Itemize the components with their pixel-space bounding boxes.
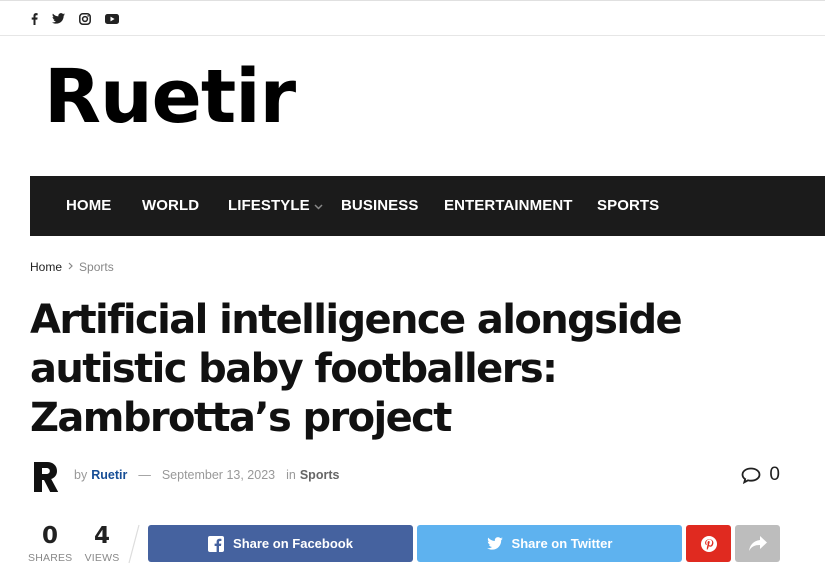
- breadcrumb-current[interactable]: Sports: [79, 260, 114, 274]
- shares-stat: 0 SHARES: [28, 522, 72, 566]
- comment-icon: [742, 467, 761, 484]
- share-twitter-button[interactable]: Share on Twitter: [417, 525, 682, 562]
- facebook-icon[interactable]: [25, 1, 43, 36]
- share-pinterest-button[interactable]: [686, 525, 731, 562]
- article-title: Artificial intelligence alongside autist…: [30, 297, 683, 441]
- instagram-icon[interactable]: [76, 1, 94, 36]
- top-bar: [0, 0, 825, 36]
- article-meta: by Ruetir — September 13, 2023 in Sports…: [30, 460, 780, 494]
- chevron-down-icon: [314, 176, 323, 236]
- breadcrumb-home[interactable]: Home: [30, 260, 62, 274]
- share-more-button[interactable]: [735, 525, 780, 562]
- nav-item-business[interactable]: BUSINESS: [341, 176, 419, 236]
- twitter-icon: [486, 537, 503, 550]
- stats-divider: [128, 524, 140, 564]
- comments-link[interactable]: 0: [741, 464, 780, 486]
- youtube-icon[interactable]: [103, 1, 121, 36]
- nav-item-sports[interactable]: SPORTS: [597, 176, 659, 236]
- main-nav: HOME WORLD LIFESTYLE BUSINESS ENTERTAINM…: [30, 176, 825, 236]
- comment-count-value: 0: [769, 464, 780, 485]
- share-twitter-label: Share on Twitter: [511, 536, 613, 551]
- views-label: VIEWS: [84, 552, 120, 564]
- nav-item-world[interactable]: WORLD: [142, 176, 199, 236]
- facebook-square-icon: [208, 535, 225, 552]
- twitter-icon[interactable]: [49, 1, 67, 36]
- nav-item-lifestyle-label: LIFESTYLE: [228, 197, 310, 214]
- share-facebook-label: Share on Facebook: [233, 536, 353, 551]
- meta-by: by: [74, 468, 88, 482]
- pinterest-icon: [700, 535, 717, 552]
- meta-in: in: [286, 468, 296, 482]
- views-stat: 4 VIEWS: [80, 522, 124, 566]
- chevron-right-icon: [68, 262, 73, 273]
- site-logo[interactable]: Ruetir: [44, 60, 296, 134]
- views-count: 4: [93, 523, 110, 549]
- share-facebook-button[interactable]: Share on Facebook: [148, 525, 413, 562]
- breadcrumb: Home Sports: [30, 259, 114, 275]
- nav-item-home[interactable]: HOME: [66, 176, 111, 236]
- meta-line: by Ruetir — September 13, 2023 in Sports: [74, 468, 339, 482]
- nav-item-entertainment[interactable]: ENTERTAINMENT: [444, 176, 573, 236]
- shares-label: SHARES: [28, 552, 73, 564]
- author-avatar[interactable]: [30, 460, 62, 494]
- meta-dash: —: [138, 468, 151, 482]
- shares-count: 0: [41, 523, 58, 549]
- category-link[interactable]: Sports: [300, 468, 340, 482]
- share-arrow-icon: [748, 536, 767, 551]
- publish-date: September 13, 2023: [161, 468, 276, 482]
- nav-item-lifestyle[interactable]: LIFESTYLE: [228, 176, 323, 236]
- author-link[interactable]: Ruetir: [91, 468, 127, 482]
